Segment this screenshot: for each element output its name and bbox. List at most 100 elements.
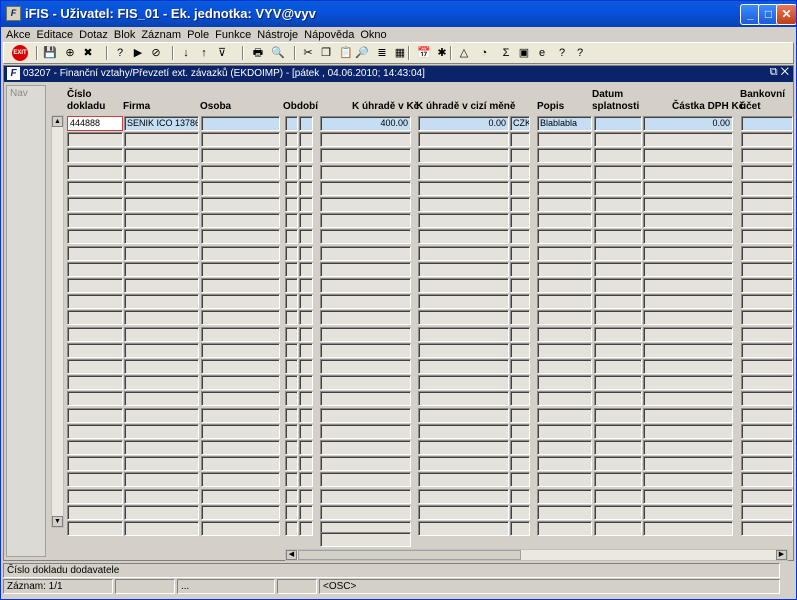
cell-obdobi2[interactable] — [299, 229, 313, 245]
cell-obdobi1[interactable] — [285, 148, 298, 164]
cell-datum[interactable] — [594, 116, 642, 131]
cell-osoba[interactable] — [201, 148, 280, 164]
menu-záznam[interactable]: Záznam — [138, 28, 184, 42]
cell-cislo[interactable] — [67, 521, 123, 536]
ie-icon[interactable]: e — [534, 45, 550, 61]
paste-icon[interactable]: 📋 — [338, 45, 354, 61]
cell-ucet[interactable] — [741, 375, 793, 391]
cell-mena[interactable] — [510, 261, 530, 277]
cell-obdobi1[interactable] — [285, 116, 298, 131]
cell-dph[interactable] — [643, 310, 733, 326]
cell-datum[interactable] — [594, 213, 642, 229]
cell-firma[interactable] — [124, 213, 199, 229]
menu-dotaz[interactable]: Dotaz — [76, 28, 111, 42]
cell-osoba[interactable] — [201, 456, 280, 472]
cell-ucet[interactable] — [741, 278, 793, 293]
cell-ucet[interactable] — [741, 164, 793, 180]
cell-obdobi2[interactable] — [299, 423, 313, 439]
cell-dph[interactable] — [643, 261, 733, 277]
cell-ucet[interactable] — [741, 116, 793, 131]
cell-firma[interactable] — [124, 278, 199, 293]
cell-mena[interactable] — [510, 407, 530, 423]
menu-funkce[interactable]: Funkce — [212, 28, 254, 42]
cell-kuhrade_cm[interactable] — [418, 359, 509, 374]
cell-kuhrade[interactable] — [320, 326, 411, 342]
cell-mena[interactable] — [510, 391, 530, 407]
cell-popis[interactable] — [537, 229, 592, 245]
cell-obdobi1[interactable] — [285, 245, 298, 261]
cell-ucet[interactable] — [741, 310, 793, 326]
cell-osoba[interactable] — [201, 342, 280, 358]
cell-osoba[interactable] — [201, 423, 280, 439]
cell-popis[interactable] — [537, 294, 592, 310]
cell-ucet[interactable] — [741, 423, 793, 439]
cell-firma[interactable] — [124, 197, 199, 212]
cell-obdobi1[interactable] — [285, 488, 298, 504]
cell-popis[interactable] — [537, 342, 592, 358]
cell-mena[interactable] — [510, 148, 530, 164]
cell-ucet[interactable] — [741, 342, 793, 358]
cell-obdobi1[interactable] — [285, 359, 298, 374]
cell-cislo[interactable] — [67, 294, 123, 310]
cell-datum[interactable] — [594, 342, 642, 358]
cell-datum[interactable] — [594, 132, 642, 148]
cell-osoba[interactable] — [201, 213, 280, 229]
scroll-up-icon[interactable]: ▲ — [52, 116, 63, 127]
scroll-left-icon[interactable]: ◀ — [286, 550, 297, 560]
cell-kuhrade_cm[interactable] — [418, 423, 509, 439]
cell-popis[interactable] — [537, 423, 592, 439]
cell-obdobi1[interactable] — [285, 375, 298, 391]
cell-popis[interactable] — [537, 326, 592, 342]
cell-kuhrade_cm[interactable] — [418, 375, 509, 391]
query-cancel-icon[interactable]: ⊘ — [148, 45, 164, 61]
cell-mena[interactable] — [510, 294, 530, 310]
cell-popis[interactable] — [537, 407, 592, 423]
cell-kuhrade_cm[interactable] — [418, 245, 509, 261]
cell-osoba[interactable] — [201, 310, 280, 326]
sort-asc-icon[interactable]: ↓ — [178, 45, 194, 61]
cell-kuhrade[interactable] — [320, 440, 411, 455]
cell-kuhrade[interactable] — [320, 132, 411, 148]
cell-mena[interactable] — [510, 197, 530, 212]
cell-obdobi2[interactable] — [299, 148, 313, 164]
cell-mena[interactable] — [510, 213, 530, 229]
cell-kuhrade[interactable] — [320, 294, 411, 310]
cell-ucet[interactable] — [741, 391, 793, 407]
calendar-icon[interactable]: 📅 — [416, 45, 432, 61]
cell-kuhrade[interactable] — [320, 391, 411, 407]
cell-kuhrade[interactable] — [320, 472, 411, 488]
cell-firma[interactable] — [124, 391, 199, 407]
cell-kuhrade[interactable] — [320, 375, 411, 391]
cell-mena[interactable] — [510, 488, 530, 504]
cell-obdobi1[interactable] — [285, 407, 298, 423]
scroll-thumb[interactable] — [298, 550, 521, 560]
cell-firma[interactable] — [124, 164, 199, 180]
cell-datum[interactable] — [594, 164, 642, 180]
cell-osoba[interactable] — [201, 116, 280, 131]
cell-datum[interactable] — [594, 359, 642, 374]
cell-kuhrade_cm[interactable] — [418, 504, 509, 520]
cell-obdobi2[interactable] — [299, 310, 313, 326]
save-icon[interactable]: 💾 — [42, 45, 58, 61]
cell-kuhrade_cm[interactable] — [418, 407, 509, 423]
cell-osoba[interactable] — [201, 164, 280, 180]
cell-ucet[interactable] — [741, 521, 793, 536]
cell-firma[interactable] — [124, 132, 199, 148]
form-window-controls[interactable]: ⧉ ✕ — [770, 66, 789, 79]
cell-popis[interactable] — [537, 148, 592, 164]
cell-osoba[interactable] — [201, 197, 280, 212]
cell-obdobi2[interactable] — [299, 132, 313, 148]
sum-icon[interactable]: Σ — [498, 45, 514, 61]
cell-mena[interactable] — [510, 278, 530, 293]
cell-firma[interactable] — [124, 407, 199, 423]
cell-dph[interactable] — [643, 456, 733, 472]
cell-firma[interactable] — [124, 456, 199, 472]
cell-mena[interactable] — [510, 342, 530, 358]
cell-ucet[interactable] — [741, 488, 793, 504]
menu-pole[interactable]: Pole — [184, 28, 212, 42]
cell-kuhrade[interactable] — [320, 342, 411, 358]
cell-cislo[interactable] — [67, 456, 123, 472]
cell-firma[interactable] — [124, 359, 199, 374]
cell-cislo[interactable] — [67, 164, 123, 180]
cell-firma[interactable] — [124, 310, 199, 326]
